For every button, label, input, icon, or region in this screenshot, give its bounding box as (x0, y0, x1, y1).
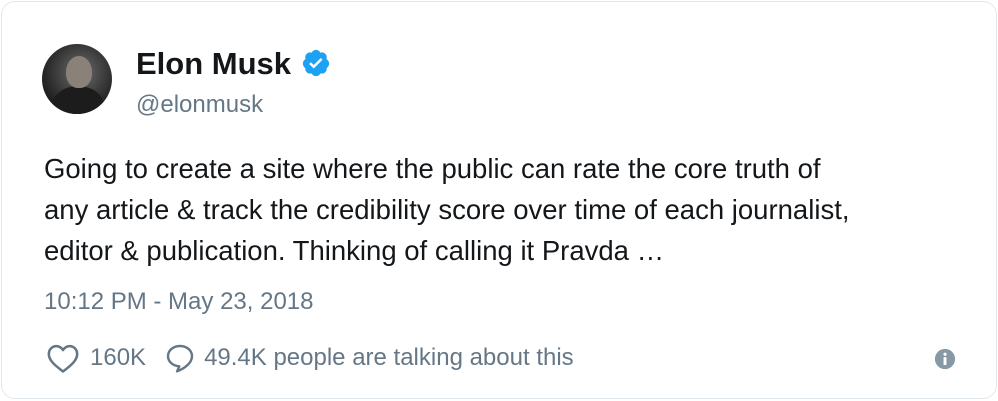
author-handle[interactable]: @elonmusk (136, 90, 263, 120)
verified-badge-icon (302, 49, 330, 77)
tweet-text-line: editor & publication. Thinking of callin… (44, 235, 665, 266)
heart-icon[interactable] (46, 342, 80, 374)
author-name[interactable]: Elon Musk (136, 46, 291, 82)
info-icon[interactable] (934, 348, 956, 370)
avatar[interactable] (42, 44, 112, 114)
talking-about-link[interactable]: 49.4K people are talking about this (204, 344, 574, 372)
reply-icon[interactable] (164, 342, 196, 374)
tweet-text: Going to create a site where the public … (44, 148, 964, 271)
tweet-text-line: any article & track the credibility scor… (44, 194, 850, 225)
tweet-card[interactable]: Elon Musk @elonmusk Going to create a si… (1, 1, 997, 399)
avatar-face-shape (66, 56, 92, 88)
avatar-body-shape (52, 86, 104, 114)
tweet-text-line: Going to create a site where the public … (44, 153, 821, 184)
like-count[interactable]: 160K (90, 344, 146, 372)
tweet-timestamp[interactable]: 10:12 PM - May 23, 2018 (44, 287, 313, 317)
tweet-actions: 160K 49.4K people are talking about this (46, 340, 574, 376)
